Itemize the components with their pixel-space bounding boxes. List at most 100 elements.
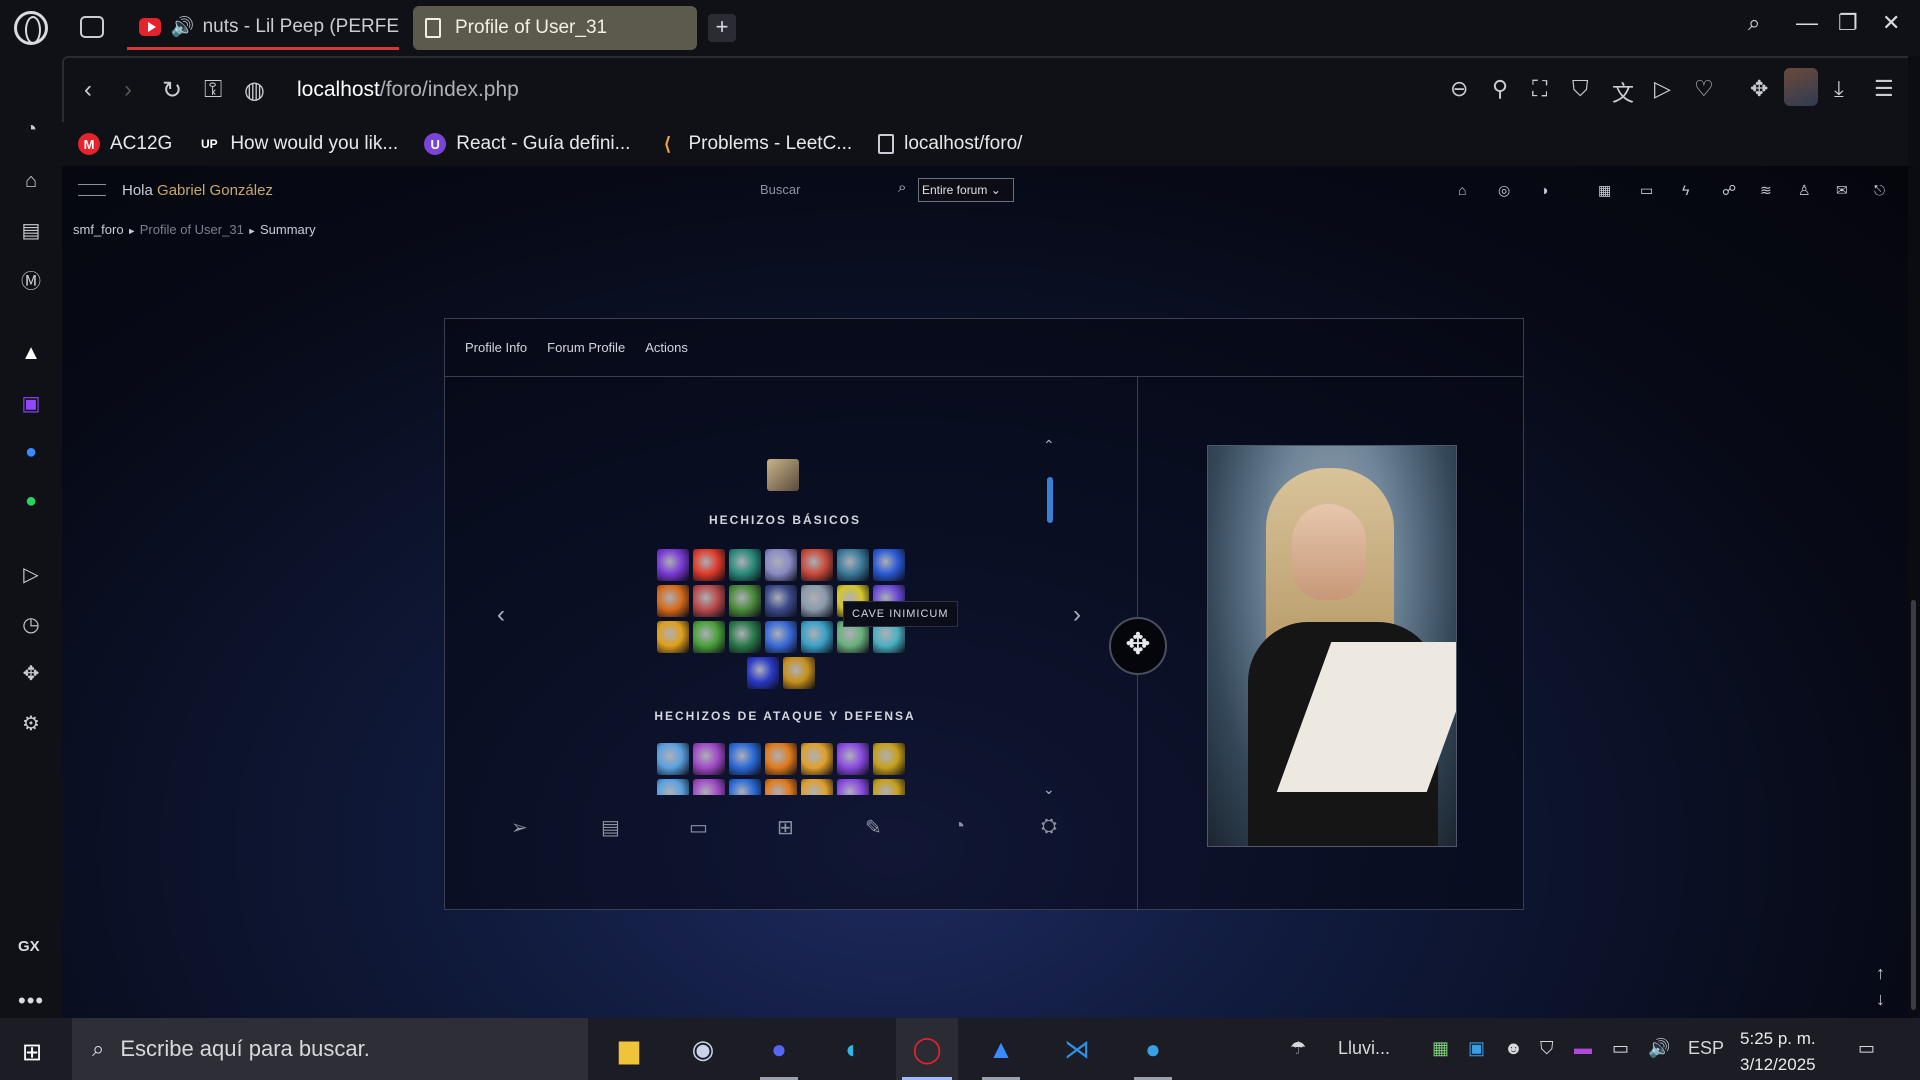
home-icon[interactable]: ⌂ (1458, 182, 1466, 198)
globe-icon[interactable]: ◍ (244, 76, 265, 105)
send-message-icon[interactable]: ➢ (511, 815, 528, 840)
spell-icon[interactable] (729, 743, 761, 775)
edge-icon[interactable]: ◐ (822, 1018, 884, 1080)
volume-icon[interactable]: 🔊 (1648, 1038, 1670, 1059)
tray-app-icon[interactable]: ▬ (1574, 1038, 1592, 1059)
app-icon[interactable]: ● (1122, 1018, 1184, 1080)
speaker-icon[interactable]: 🔊 (171, 15, 195, 39)
spell-icon[interactable] (657, 621, 689, 653)
security-icon[interactable]: ⛉ (1540, 1038, 1554, 1059)
gx-cleaner-icon[interactable]: ▤ (18, 217, 44, 243)
search-icon[interactable]: ⌕ (898, 179, 906, 196)
spell-icon[interactable] (693, 549, 725, 581)
spell-icon[interactable] (873, 779, 905, 795)
tab-island-icon[interactable] (80, 16, 104, 38)
inventory-icon[interactable]: ▭ (689, 815, 708, 840)
search-scope-select[interactable]: Entire forum ⌄ (918, 178, 1014, 202)
spellbook-icon[interactable] (767, 459, 799, 491)
scroll-up-icon[interactable]: ⌃ (1043, 437, 1055, 454)
discord-icon[interactable]: ● (748, 1018, 810, 1080)
prev-arrow-icon[interactable]: ‹ (497, 601, 505, 629)
breadcrumb-profile[interactable]: Profile of User_31 (140, 222, 244, 237)
layers-icon[interactable]: ≋ (1760, 182, 1772, 199)
store-icon[interactable]: ▭ (1640, 182, 1653, 199)
key-icon[interactable]: ⚿ (204, 76, 222, 104)
spell-icon[interactable] (765, 621, 797, 653)
more-icon[interactable]: ••• (18, 988, 44, 1014)
spell-icon[interactable] (801, 779, 833, 795)
tab-forum-profile[interactable]: Forum Profile (547, 340, 625, 355)
whatsapp-icon[interactable]: ● (18, 488, 44, 514)
page-scrollbar[interactable] (1908, 166, 1920, 1018)
mail-icon[interactable]: ✉ (1836, 182, 1848, 199)
spell-icon[interactable] (801, 621, 833, 653)
translate-icon[interactable]: 文 (1612, 76, 1634, 108)
tray-app-icon[interactable]: ▣ (1468, 1038, 1485, 1059)
spell-scrollbar[interactable] (1047, 477, 1053, 523)
spell-icon[interactable] (729, 549, 761, 581)
breadcrumb-forum[interactable]: smf_foro (73, 222, 124, 237)
weather-text[interactable]: Lluvi... (1338, 1038, 1390, 1059)
gamepad-icon[interactable]: ◎ (1498, 182, 1510, 199)
gx-corner-icon[interactable]: ⌂ (18, 168, 44, 194)
reload-icon[interactable]: ↻ (162, 76, 182, 105)
spell-icon[interactable] (837, 549, 869, 581)
spell-icon[interactable] (801, 743, 833, 775)
spell-icon[interactable] (837, 779, 869, 795)
minimize-icon[interactable]: — (1796, 10, 1818, 36)
gift-icon[interactable]: ⊞ (777, 815, 794, 840)
history-icon[interactable]: ◷ (18, 611, 44, 637)
forward-icon[interactable]: › (124, 76, 132, 104)
bookmark-ac12g[interactable]: M AC12G (78, 133, 172, 155)
steam-icon[interactable]: ◉ (672, 1018, 734, 1080)
new-tab-button[interactable]: + (708, 14, 736, 42)
tab-actions[interactable]: Actions (645, 340, 688, 355)
url-field[interactable]: localhost/foro/index.php (297, 78, 519, 102)
tab-youtube[interactable]: 🔊 nuts - Lil Peep (PERFE (127, 6, 399, 50)
opera-gx-logo[interactable] (14, 11, 48, 45)
spell-icon[interactable] (693, 621, 725, 653)
language-indicator[interactable]: ESP (1688, 1038, 1724, 1059)
username-link[interactable]: Gabriel González (157, 182, 273, 199)
spell-icon[interactable] (657, 585, 689, 617)
zoom-out-icon[interactable]: ⊖ (1450, 76, 1468, 102)
menu-icon[interactable] (78, 184, 106, 196)
bookmark-react[interactable]: U React - Guía defini... (424, 133, 630, 155)
logout-icon[interactable]: ⎋ (1874, 182, 1885, 199)
clock[interactable]: 5:25 p. m. 3/12/2025 (1740, 1026, 1816, 1078)
download-icon[interactable]: ⤓ (1834, 76, 1844, 102)
page-scroll-arrows[interactable]: ↑ ↓ (1876, 960, 1885, 1012)
back-icon[interactable]: ‹ (84, 76, 92, 104)
vscode-icon[interactable]: ⋊ (1046, 1018, 1108, 1080)
spell-icon[interactable] (765, 585, 797, 617)
notifications-icon[interactable]: ▭ (1858, 1038, 1875, 1059)
search-input[interactable]: Buscar (760, 182, 800, 197)
heart-icon[interactable]: ♡ (1694, 76, 1714, 102)
shield-icon[interactable]: ⛉ (1572, 76, 1589, 102)
tab-profile-info[interactable]: Profile Info (465, 340, 527, 355)
weather-icon[interactable]: ☂ (1290, 1038, 1306, 1059)
spell-icon[interactable] (729, 779, 761, 795)
send-icon[interactable]: ▷ (1654, 76, 1671, 102)
scroll-down-icon[interactable]: ⌄ (1043, 781, 1055, 798)
player-icon[interactable]: ▷ (18, 561, 44, 587)
spell-icon[interactable] (657, 743, 689, 775)
breadcrumb-summary[interactable]: Summary (260, 222, 316, 237)
opera-gx-icon[interactable]: ◯ (896, 1018, 958, 1080)
spell-icon[interactable] (765, 743, 797, 775)
twitch-icon[interactable]: ▣ (18, 390, 44, 416)
tab-profile[interactable]: Profile of User_31 (413, 6, 697, 50)
file-explorer-icon[interactable]: ▆ (598, 1018, 660, 1080)
bolt-icon[interactable]: ϟ (1682, 182, 1689, 198)
extensions-icon[interactable]: ✥ (1750, 76, 1768, 102)
settings-icon[interactable]: ⚙ (18, 710, 44, 736)
users-icon[interactable]: ☍ (1722, 182, 1736, 199)
spell-icon[interactable] (657, 779, 689, 795)
emblem-icon[interactable]: ✥ (1109, 617, 1167, 675)
gx-mods-icon[interactable]: Ⓜ (18, 266, 44, 293)
tray-app-icon[interactable]: ▦ (1432, 1038, 1449, 1059)
close-icon[interactable]: ✕ (1882, 10, 1900, 36)
spell-icon[interactable] (801, 585, 833, 617)
extensions-icon[interactable]: ✥ (18, 660, 44, 686)
clock-icon[interactable]: ◔ (953, 815, 965, 838)
